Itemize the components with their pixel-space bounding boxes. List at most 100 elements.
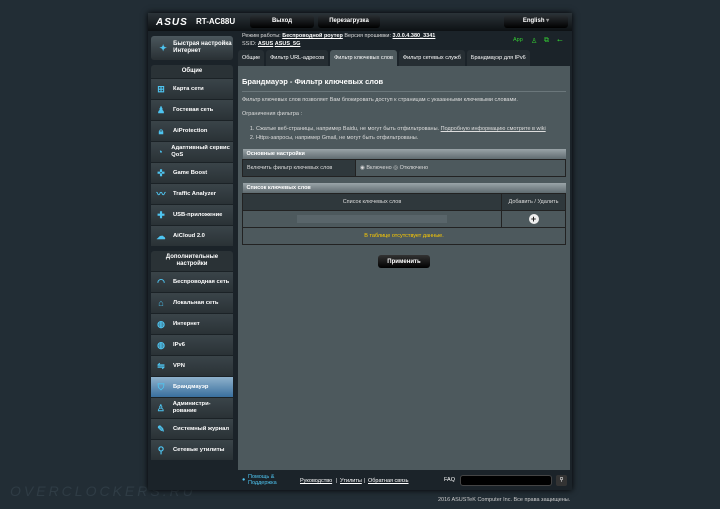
user-icon[interactable]: ♙ — [531, 37, 537, 45]
sidebar-item-network-map[interactable]: ⊞ Карта сети — [151, 78, 233, 99]
label: AiCloud 2.0 — [173, 232, 205, 239]
limit-text: Сжатые веб-страницы, например Baidu, не … — [256, 126, 440, 132]
app-link[interactable]: App — [513, 37, 523, 43]
label: Адаптивный сервис QoS — [171, 145, 230, 158]
label: AiProtection — [173, 127, 208, 134]
col-action: Добавить / Удалить — [501, 193, 566, 211]
header: ASUS RT-AC88U Выход Перезагрузка English… — [148, 13, 572, 31]
advanced-group: Дополнительные настройки ◠ Беспроводная с… — [151, 251, 233, 460]
faq-search-input[interactable] — [460, 475, 552, 486]
label: Сетевые утилиты — [173, 446, 225, 453]
wand-icon: ✦ — [159, 43, 167, 53]
limits-list: Сжатые веб-страницы, например Baidu, не … — [256, 125, 570, 143]
sidebar: ✦ Быстрая настройка Интернет Общие ⊞ Карта… — [151, 36, 233, 460]
wifi-icon: ◠ — [157, 277, 165, 287]
tab-service-filter[interactable]: Фильтр сетевых служб — [398, 50, 465, 66]
gauge-icon: ◔ — [157, 147, 163, 157]
tab-ipv6-firewall[interactable]: Брандмауэр для IPv6 — [466, 50, 530, 66]
search-icon[interactable]: ⚲ — [556, 475, 567, 486]
feedback-link[interactable]: Обратная связь — [368, 478, 409, 484]
sidebar-item-game-boost[interactable]: ✜ Game Boost — [151, 162, 233, 183]
general-title: Общие — [181, 68, 203, 74]
sidebar-item-qos[interactable]: ◔ Адаптивный сервис QoS — [151, 141, 233, 162]
manual-link[interactable]: Руководство — [300, 478, 332, 484]
help-link[interactable]: Помощь & Поддержка — [248, 474, 288, 486]
sidebar-item-wireless[interactable]: ◠ Беспроводная сеть — [151, 271, 233, 292]
label: Системный журнал — [173, 425, 230, 432]
advanced-title: Дополнительные настройки — [165, 254, 219, 267]
tab-url-filter[interactable]: Фильтр URL-адресов — [266, 50, 329, 66]
quick-setup-button[interactable]: ✦ Быстрая настройка Интернет — [151, 36, 233, 60]
keyword-input[interactable] — [297, 215, 447, 223]
sidebar-item-firewall[interactable]: ⛉ Брандмауэр — [151, 376, 233, 397]
label: Брандмауэр — [173, 383, 209, 390]
help-icon: ● — [242, 477, 246, 483]
ssid-5g[interactable]: ASUS_5G — [275, 41, 301, 47]
label: Беспроводная сеть — [173, 278, 230, 285]
network-icon[interactable]: ⧉ — [544, 37, 549, 45]
sidebar-item-administration[interactable]: ♙ Администри-рование — [151, 397, 233, 418]
radio-on[interactable]: ◉ Включено — [360, 165, 392, 171]
tab-general[interactable]: Общие — [238, 50, 265, 66]
label: IPv6 — [173, 341, 185, 348]
mode-link[interactable]: Беспроводной роутер — [282, 33, 343, 39]
sidebar-item-wan[interactable]: ◍ Интернет — [151, 313, 233, 334]
sidebar-item-ipv6[interactable]: ◍ IPv6 — [151, 334, 233, 355]
language-select[interactable]: English ▾ — [504, 15, 568, 28]
logout-button[interactable]: Выход — [250, 15, 314, 28]
sidebar-item-traffic-analyzer[interactable]: 〰 Traffic Analyzer — [151, 183, 233, 204]
limit-item: Сжатые веб-страницы, например Baidu, не … — [256, 125, 570, 134]
sidebar-item-usb[interactable]: ✚ USB-приложение — [151, 204, 233, 225]
sidebar-item-aiprotection[interactable]: 🔒︎ AiProtection — [151, 120, 233, 141]
network-map-icon: ⊞ — [157, 84, 165, 94]
reboot-button[interactable]: Перезагрузка — [318, 15, 380, 28]
label: Карта сети — [173, 85, 204, 92]
enable-label: Включить фильтр ключевых слов — [242, 159, 356, 177]
vpn-icon: ⇋ — [157, 361, 165, 371]
section-header: Основные настройки — [242, 149, 566, 160]
divider — [242, 91, 566, 92]
faq-label: FAQ — [444, 477, 456, 483]
description: Фильтр ключевых слов позволяет Вам блоки… — [242, 97, 518, 103]
gamepad-icon: ✜ — [157, 168, 165, 178]
general-group: Общие ⊞ Карта сети ♟ Гостевая сеть 🔒︎ AiPro… — [151, 65, 233, 246]
limit-item: Https-запросы, например Gmail, не могут … — [256, 134, 570, 143]
on-label: Включено — [366, 165, 392, 171]
utilities-link[interactable]: Утилиты — [340, 478, 362, 484]
ssid-label: SSID: — [242, 41, 257, 47]
home-icon: ⌂ — [158, 298, 164, 308]
add-icon[interactable]: + — [528, 214, 539, 224]
page-title: Брандмауэр - Фильтр ключевых слов — [242, 77, 384, 86]
chart-icon: 〰 — [156, 189, 166, 199]
globe-icon: ◍ — [157, 319, 165, 329]
label: VPN — [173, 362, 185, 369]
basic-settings-table: Основные настройки Включить фильтр ключе… — [242, 149, 566, 177]
sidebar-item-aicloud[interactable]: ☁ AiCloud 2.0 — [151, 225, 233, 246]
sidebar-item-guest-network[interactable]: ♟ Гостевая сеть — [151, 99, 233, 120]
ssid-2g[interactable]: ASUS — [258, 41, 273, 47]
label: Game Boost — [173, 169, 208, 176]
cloud-icon: ☁ — [156, 231, 166, 241]
footer: ● Помощь & Поддержка Руководство | Утили… — [238, 472, 570, 490]
apply-button[interactable]: Применить — [378, 255, 430, 268]
empty-message: В таблице отсутствует данные. — [242, 227, 566, 245]
usb-icon[interactable]: ⭠ — [557, 37, 563, 45]
fw-link[interactable]: 3.0.0.4.380_3341 — [393, 33, 436, 39]
fw-label: Версия прошивки: — [344, 33, 391, 39]
asus-logo: ASUS — [156, 17, 188, 28]
tab-bar: Общие Фильтр URL-адресов Фильтр ключевых… — [238, 50, 530, 66]
sidebar-item-network-tools[interactable]: ⚲ Сетевые утилиты — [151, 439, 233, 460]
language-value: English — [522, 18, 545, 24]
sidebar-item-system-log[interactable]: ✎ Системный журнал — [151, 418, 233, 439]
sidebar-item-vpn[interactable]: ⇋ VPN — [151, 355, 233, 376]
mode-label: Режим работы: — [242, 33, 281, 39]
add-cell: + — [501, 210, 566, 228]
radio-off[interactable]: ◎ Отключено — [393, 165, 428, 171]
wiki-link[interactable]: Подробную информацию смотрите в wiki — [441, 126, 546, 132]
chevron-down-icon: ▾ — [546, 18, 550, 24]
main-panel: Брандмауэр - Фильтр ключевых слов Фильтр… — [238, 66, 570, 470]
sidebar-item-lan[interactable]: ⌂ Локальная сеть — [151, 292, 233, 313]
tab-keyword-filter[interactable]: Фильтр ключевых слов — [330, 50, 397, 66]
off-label: Отключено — [399, 165, 429, 171]
wrench-icon: ⚲ — [157, 445, 165, 455]
